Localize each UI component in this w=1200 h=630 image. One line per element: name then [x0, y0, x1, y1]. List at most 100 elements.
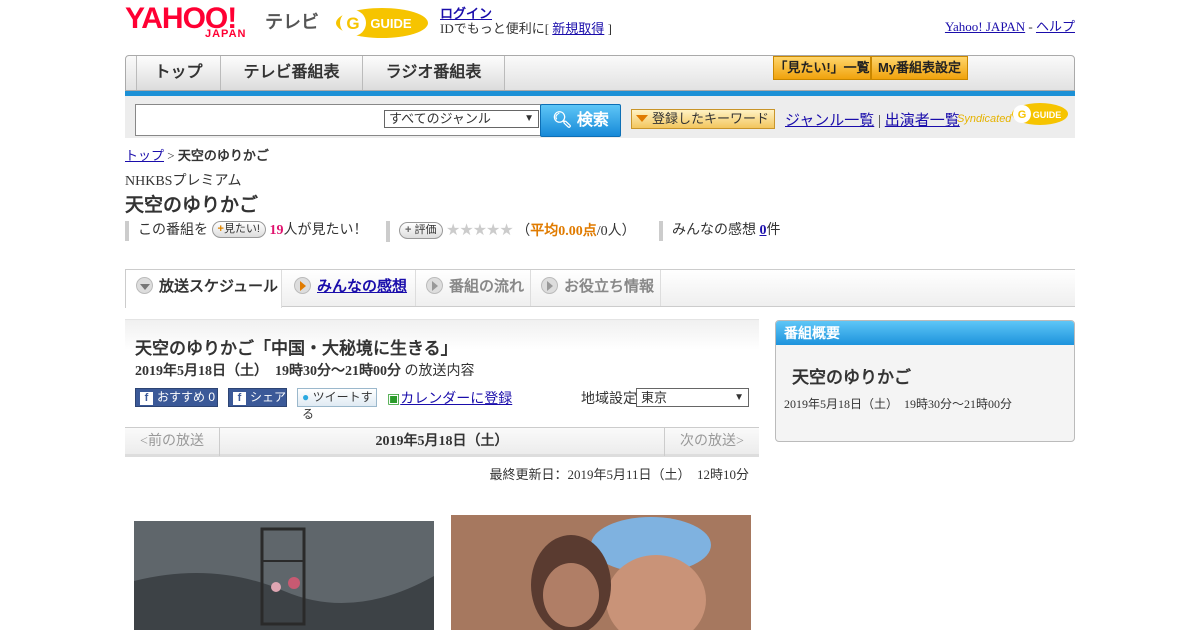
svg-text:GUIDE: GUIDE [370, 16, 412, 31]
nav-tab-tv-schedule[interactable]: テレビ番組表 [221, 56, 363, 90]
tweet-label: ツイートする [302, 390, 373, 421]
service-name[interactable]: テレビ [265, 8, 319, 34]
prev-broadcast-button[interactable]: <前の放送 [125, 428, 220, 456]
want-prefix: この番組を [138, 223, 208, 238]
top-links-sep: - [1025, 19, 1036, 34]
search-icon: 🔍︎ [552, 112, 573, 129]
tab-useful-info-label: お役立ち情報 [564, 278, 655, 295]
want-suffix: 人が見たい！ [283, 223, 368, 238]
tab-program-flow-label: 番組の流れ [449, 278, 525, 295]
tab-schedule[interactable]: 放送スケジュール [125, 270, 282, 308]
register-link[interactable]: 新規取得 [552, 21, 604, 36]
channel-name: NHKBSプレミアム [125, 174, 242, 189]
facebook-recommend-button[interactable]: f おすすめ 0 [135, 388, 218, 407]
syndicated-label: Syndicated [957, 113, 1012, 125]
login-close: ] [607, 21, 612, 36]
photo-1-scene [134, 521, 434, 630]
play-arrow-icon [426, 277, 443, 294]
search-button[interactable]: 🔍︎ 検索 [540, 104, 621, 137]
page: YAHOO! JAPAN テレビ G GUIDE ログイン IDでもっと便利に[… [125, 0, 1075, 630]
avg-suffix: /0人） [596, 224, 636, 239]
chevron-down-icon: ▼ [734, 392, 744, 403]
broadcast-pager: <前の放送 2019年5月18日（土） 次の放送> [125, 427, 759, 457]
current-broadcast-date: 2019年5月18日（土） [375, 434, 509, 449]
twitter-bird-icon: ● [302, 390, 310, 404]
episode-datetime-suffix: の放送内容 [401, 364, 475, 379]
avg-score: 平均0.00点 [530, 224, 597, 239]
impressions-suffix: 件 [766, 223, 781, 238]
gguide-logo: G GUIDE [336, 8, 428, 38]
top-links: Yahoo! JAPAN - ヘルプ [945, 16, 1075, 35]
breadcrumb-sep: > [164, 148, 178, 163]
triangle-down-icon [636, 115, 648, 122]
rate-button[interactable]: + 評価 [399, 222, 443, 239]
episode-photo-2 [451, 515, 751, 630]
nav-tab-radio-schedule[interactable]: ラジオ番組表 [363, 56, 505, 90]
tab-impressions-label: みんなの感想 [317, 278, 408, 295]
episode-datetime-value: 2019年5月18日（土） 19時30分～21時00分 [135, 364, 401, 379]
photo-2-scene [451, 515, 751, 630]
breadcrumb: トップ > 天空のゆりかご [125, 145, 269, 164]
next-broadcast-button[interactable]: 次の放送> [664, 428, 759, 456]
want-button[interactable]: +見たい! [211, 221, 266, 238]
login-link[interactable]: ログイン [440, 6, 492, 21]
recommend-label: おすすめ 0 [157, 390, 216, 404]
rate-button-label: 評価 [414, 224, 437, 236]
search-links: ジャンル一覧 | 出演者一覧 [785, 109, 960, 130]
calendar-register[interactable]: ▣カレンダーに登録 [387, 388, 512, 408]
yahoo-japan-link[interactable]: Yahoo! JAPAN [945, 19, 1025, 34]
login-area: ログイン IDでもっと便利に[ 新規取得 ] [440, 6, 612, 36]
tab-program-flow: 番組の流れ [416, 270, 531, 306]
want-section: この番組を +見たい! 19人が見たい！ [125, 221, 368, 241]
avg-open: （ [516, 224, 531, 239]
episode-datetime: 2019年5月18日（土） 19時30分～21時00分 の放送内容 [135, 360, 475, 380]
genre-select-value: すべてのジャンル [389, 111, 491, 126]
play-arrow-icon [294, 277, 311, 294]
last-updated: 最終更新日：2019年5月11日（土） 12時10分 [489, 467, 749, 482]
episode-header: 天空のゆりかご「中国・大秘境に生きる」 2019年5月18日（土） 19時30分… [125, 319, 759, 421]
facebook-icon: f [140, 392, 153, 405]
program-summary-panel: 番組概要 天空のゆりかご 2019年5月18日（土） 19時30分～21時00分 [775, 320, 1075, 442]
header: YAHOO! JAPAN テレビ G GUIDE ログイン IDでもっと便利に[… [125, 0, 1075, 50]
chevron-down-icon: ▼ [524, 113, 534, 124]
episode-photo-1 [134, 521, 434, 630]
summary-header: 番組概要 [776, 321, 1074, 345]
chevron-down-icon [136, 277, 153, 294]
play-arrow-icon [541, 277, 558, 294]
tab-useful-info: お役立ち情報 [531, 270, 661, 306]
calendar-icon: ▣ [387, 392, 401, 407]
search-bar: すべてのジャンル ▼ 🔍︎ 検索 登録したキーワード ジャンル一覧 | 出演者一… [125, 96, 1075, 138]
breadcrumb-top-link[interactable]: トップ [125, 148, 164, 163]
tweet-button[interactable]: ● ツイートする [297, 388, 377, 421]
want-list-button[interactable]: 「見たい!」一覧 [773, 56, 871, 80]
summary-title: 天空のゆりかご [792, 368, 911, 387]
program-title: 天空のゆりかご [125, 195, 259, 216]
tab-impressions[interactable]: みんなの感想 [282, 270, 416, 306]
my-schedule-button[interactable]: My番組表設定 [871, 56, 968, 80]
summary-time: 2019年5月18日（土） 19時30分～21時00分 [784, 397, 1013, 411]
login-text: IDでもっと便利に[ [440, 21, 550, 36]
want-count: 19 [269, 223, 284, 238]
gguide-small-logo: G GUIDE [1012, 103, 1068, 125]
region-label: 地域設定 [581, 392, 637, 407]
genre-select[interactable]: すべてのジャンル ▼ [384, 110, 539, 128]
facebook-share-button[interactable]: f シェア [228, 388, 287, 407]
region-select[interactable]: 東京 ▼ [636, 388, 749, 407]
svg-text:G: G [346, 14, 359, 33]
nav-tab-top[interactable]: トップ [136, 56, 221, 90]
rating-stars-icon: ★★★★★ [446, 222, 514, 239]
tab-schedule-label: 放送スケジュール [159, 278, 278, 295]
performer-list-link[interactable]: 出演者一覧 [885, 113, 960, 129]
program-tabs: 放送スケジュール みんなの感想 番組の流れ お役立ち情報 [125, 269, 1075, 308]
search-button-label: 検索 [576, 112, 609, 129]
main-nav: トップ テレビ番組表 ラジオ番組表 「見たい!」一覧 My番組表設定 [125, 55, 1075, 91]
genre-list-link[interactable]: ジャンル一覧 [785, 113, 874, 129]
calendar-link[interactable]: カレンダーに登録 [400, 392, 512, 407]
help-link[interactable]: ヘルプ [1036, 19, 1075, 34]
yahoo-logo-sub: JAPAN [205, 28, 247, 40]
search-links-divider: | [878, 113, 882, 129]
impressions-count-link[interactable]: 0 [760, 223, 767, 238]
keyword-button[interactable]: 登録したキーワード [631, 109, 775, 129]
share-label: シェア [250, 390, 287, 404]
rating-section: + 評価 ★★★★★ （平均0.00点/0人） [386, 221, 636, 242]
